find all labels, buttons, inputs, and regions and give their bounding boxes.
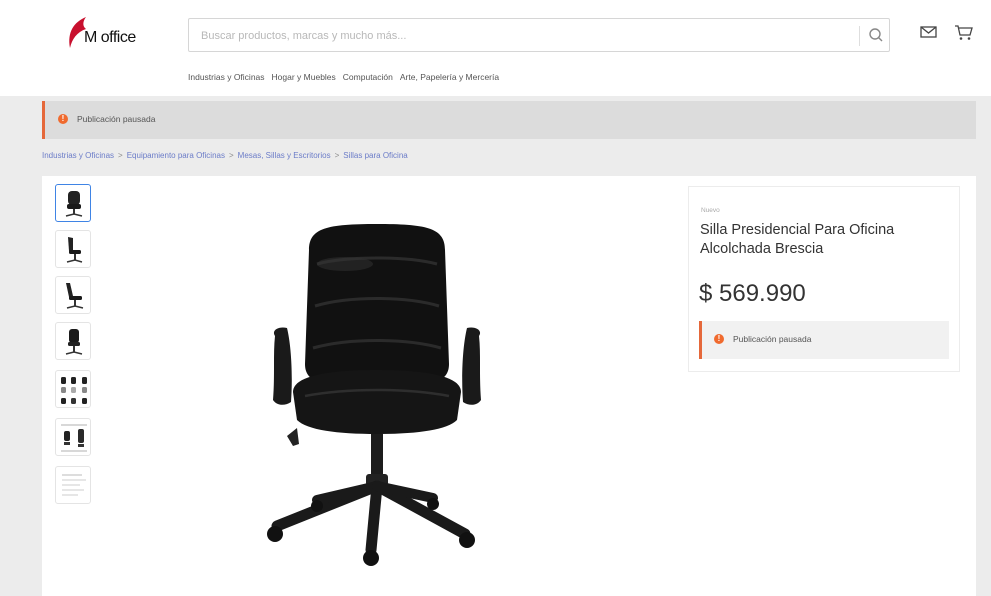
search-icon	[869, 28, 883, 42]
product-card: Nuevo Silla Presidencial Para Oficina Al…	[42, 176, 976, 596]
breadcrumb-separator: >	[228, 151, 234, 160]
search-divider	[859, 26, 860, 46]
chair-front-icon	[65, 191, 83, 217]
thumbnail-chair-reclined[interactable]	[55, 276, 91, 314]
warning-icon: !	[714, 334, 724, 344]
nav-item-computacion[interactable]: Computación	[343, 72, 393, 88]
nav-item-arte[interactable]: Arte, Papelería y Mercería	[400, 72, 499, 88]
cart-button[interactable]	[953, 22, 975, 42]
mail-button[interactable]	[918, 22, 940, 42]
product-status-text: Publicación pausada	[733, 334, 812, 344]
product-condition: Nuevo	[701, 207, 720, 214]
breadcrumb-item[interactable]: Sillas para Oficina	[343, 151, 407, 160]
thumbnail-chair-dimensions[interactable]	[55, 418, 91, 456]
breadcrumb-separator: >	[334, 151, 340, 160]
chair-set-icon	[61, 377, 87, 404]
cart-icon	[955, 25, 973, 40]
paused-notice: ! Publicación pausada	[42, 101, 976, 139]
thumbnail-spec-sheet[interactable]	[55, 466, 91, 504]
nav-item-hogar[interactable]: Hogar y Muebles	[272, 72, 336, 88]
breadcrumb-separator: >	[118, 151, 123, 160]
search-bar	[188, 18, 890, 52]
chair-reclined-icon	[66, 283, 84, 309]
nav-item-industrias[interactable]: Industrias y Oficinas	[188, 72, 265, 88]
header: M office Industrias y Oficinas Hogar y M…	[0, 0, 991, 96]
product-price: $ 569.990	[699, 280, 806, 307]
product-status-notice: ! Publicación pausada	[699, 321, 949, 359]
logo[interactable]: M office	[62, 14, 162, 54]
breadcrumb-item[interactable]: Equipamiento para Oficinas	[127, 151, 225, 160]
chair-side-icon	[66, 237, 83, 263]
chair-back-icon	[65, 329, 83, 355]
breadcrumb-item[interactable]: Industrias y Oficinas	[42, 151, 114, 160]
search-button[interactable]	[864, 23, 888, 47]
category-nav: Industrias y Oficinas Hogar y Muebles Co…	[188, 72, 499, 88]
thumbnail-chair-side[interactable]	[55, 230, 91, 268]
warning-icon: !	[58, 114, 68, 124]
thumbnail-chair-front[interactable]	[55, 184, 91, 222]
chair-dimensions-icon	[61, 424, 87, 452]
paused-notice-text: Publicación pausada	[77, 114, 156, 124]
thumbnail-chair-back[interactable]	[55, 322, 91, 360]
product-title: Silla Presidencial Para Oficina Alcolcha…	[700, 222, 895, 257]
spec-sheet-icon	[62, 474, 86, 496]
logo-text: M office	[84, 29, 136, 46]
product-info-panel: Nuevo Silla Presidencial Para Oficina Al…	[688, 186, 960, 372]
search-input[interactable]	[199, 25, 843, 47]
breadcrumb: Industrias y Oficinas > Equipamiento par…	[42, 151, 408, 160]
mail-icon	[920, 26, 937, 38]
thumbnail-chair-set[interactable]	[55, 370, 91, 408]
breadcrumb-item[interactable]: Mesas, Sillas y Escritorios	[238, 151, 331, 160]
product-image[interactable]	[257, 224, 497, 576]
